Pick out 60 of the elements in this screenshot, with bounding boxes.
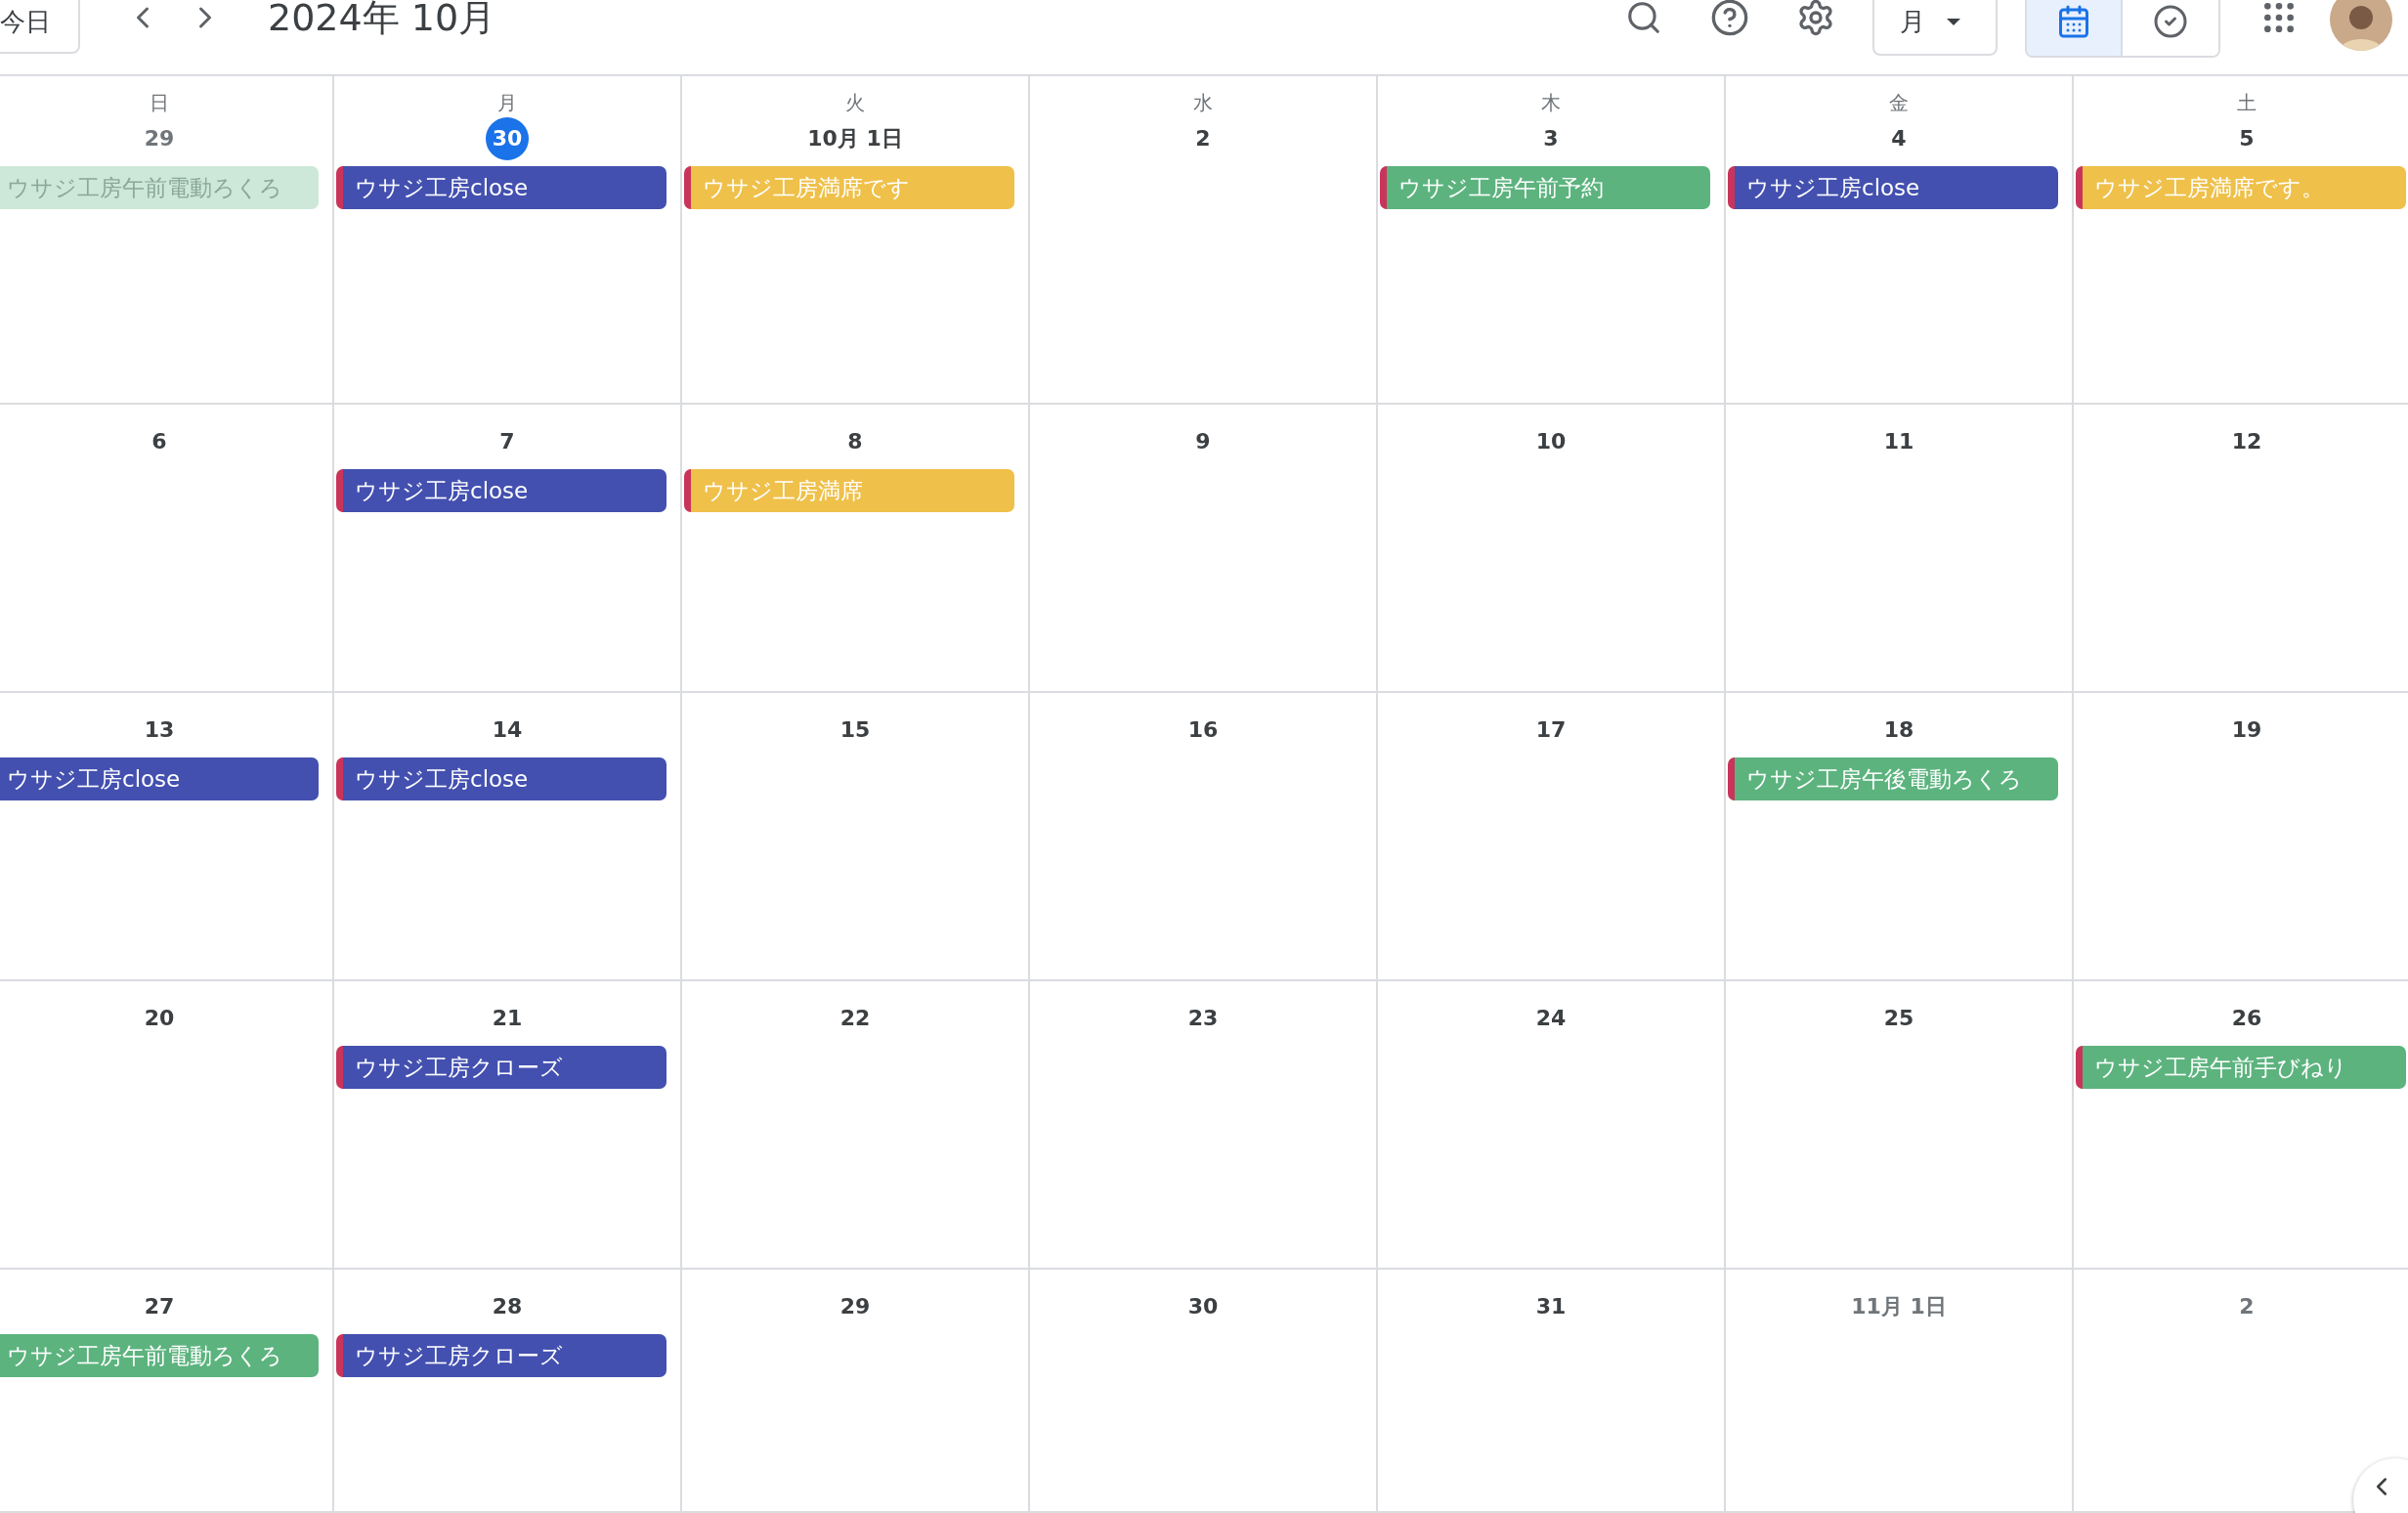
- event-chip[interactable]: ウサジ工房close: [336, 757, 666, 800]
- day-number[interactable]: 3: [1529, 117, 1572, 160]
- event-chip[interactable]: ウサジ工房クローズ: [336, 1334, 666, 1377]
- help-icon: [1710, 0, 1749, 37]
- day-number[interactable]: 26: [2225, 997, 2268, 1040]
- weekday-label: 日: [150, 90, 169, 116]
- weekday-label: 金: [1889, 90, 1909, 116]
- day-number[interactable]: 30: [486, 117, 529, 160]
- day-number[interactable]: 16: [1182, 709, 1225, 752]
- day-number[interactable]: 4: [1877, 117, 1920, 160]
- day-number[interactable]: 23: [1182, 997, 1225, 1040]
- today-button[interactable]: 今日: [0, 0, 80, 54]
- day-number[interactable]: 14: [486, 709, 529, 752]
- day-number[interactable]: 25: [1877, 997, 1920, 1040]
- event-chip[interactable]: ウサジ工房close: [0, 757, 319, 800]
- day-number[interactable]: 2: [1182, 117, 1225, 160]
- day-number[interactable]: 29: [834, 1285, 877, 1328]
- day-number[interactable]: 10月 1日: [807, 117, 903, 160]
- day-number[interactable]: 31: [1529, 1285, 1572, 1328]
- day-number[interactable]: 30: [1182, 1285, 1225, 1328]
- day-number[interactable]: 28: [486, 1285, 529, 1328]
- day-number[interactable]: 12: [2225, 420, 2268, 463]
- search-icon: [1625, 0, 1662, 36]
- day-number[interactable]: 11: [1877, 420, 1920, 463]
- day-number[interactable]: 17: [1529, 709, 1572, 752]
- event-chip[interactable]: ウサジ工房close: [1728, 166, 2058, 209]
- day-number[interactable]: 7: [486, 420, 529, 463]
- event-chip[interactable]: ウサジ工房close: [336, 469, 666, 512]
- month-title: 2024年 10月: [268, 0, 496, 41]
- day-number[interactable]: 27: [138, 1285, 181, 1328]
- check-circle-icon: [2153, 4, 2188, 39]
- day-number[interactable]: 24: [1529, 997, 1572, 1040]
- day-number[interactable]: 11月 1日: [1851, 1285, 1947, 1328]
- day-number[interactable]: 8: [834, 420, 877, 463]
- calendar-icon: [2056, 4, 2091, 39]
- weekday-label: 水: [1193, 90, 1213, 116]
- weekday-label: 土: [2237, 90, 2257, 116]
- caret-icon: [1947, 18, 1960, 25]
- day-number[interactable]: 20: [138, 997, 181, 1040]
- event-chip[interactable]: ウサジ工房クローズ: [336, 1046, 666, 1089]
- weekday-label: 木: [1541, 90, 1561, 116]
- view-toggle-button[interactable]: [2027, 0, 2123, 56]
- day-number[interactable]: 19: [2225, 709, 2268, 752]
- day-number[interactable]: 2: [2225, 1285, 2268, 1328]
- day-number[interactable]: 5: [2225, 117, 2268, 160]
- weekday-label: 月: [497, 90, 517, 116]
- event-chip[interactable]: ウサジ工房close: [336, 166, 666, 209]
- day-number[interactable]: 21: [486, 997, 529, 1040]
- day-number[interactable]: 10: [1529, 420, 1572, 463]
- day-number[interactable]: 9: [1182, 420, 1225, 463]
- avatar[interactable]: [2330, 0, 2392, 51]
- day-number[interactable]: 22: [834, 997, 877, 1040]
- day-number[interactable]: 15: [834, 709, 877, 752]
- day-number[interactable]: 29: [138, 117, 181, 160]
- weekday-label: 火: [845, 90, 865, 116]
- day-number[interactable]: 6: [138, 420, 181, 463]
- day-number[interactable]: 13: [138, 709, 181, 752]
- day-number[interactable]: 18: [1877, 709, 1920, 752]
- view-select[interactable]: 月: [1872, 0, 1998, 56]
- settings-icon: [1796, 0, 1835, 37]
